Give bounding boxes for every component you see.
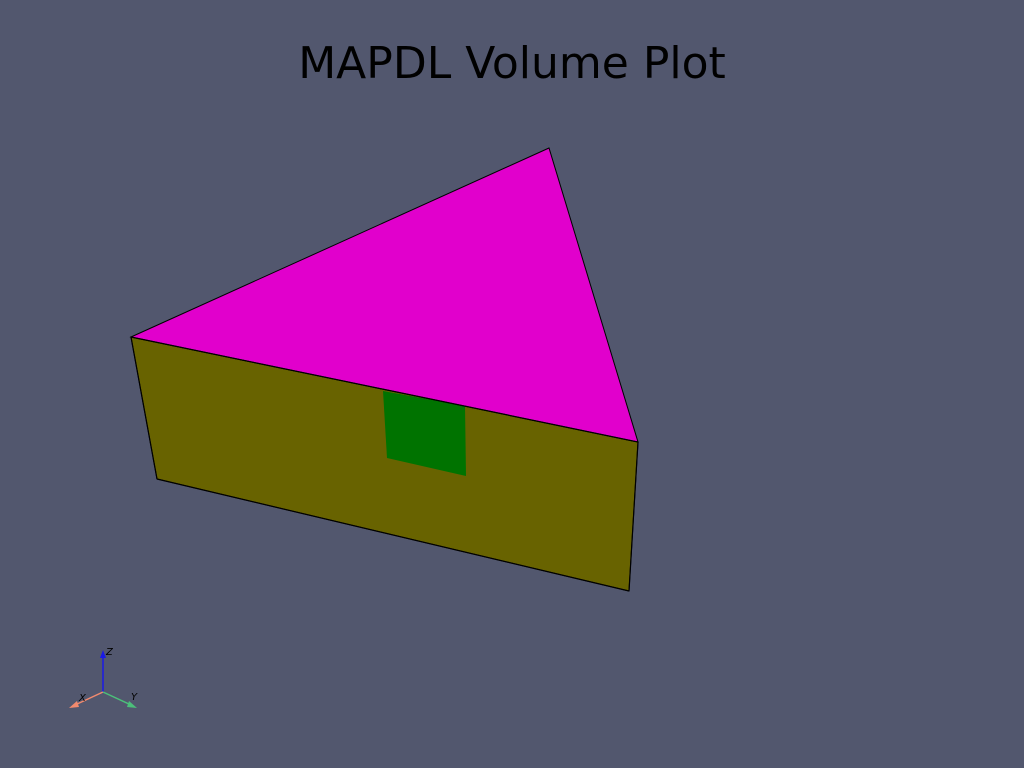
z-axis-label: Z xyxy=(105,647,114,658)
render-viewport[interactable]: MAPDL Volume Plot Z X Y xyxy=(0,0,1024,768)
orientation-axes-widget: Z X Y xyxy=(69,647,138,708)
y-axis-label: Y xyxy=(131,692,138,703)
x-axis-arrow-icon xyxy=(69,701,79,708)
volume-scene[interactable] xyxy=(0,0,1024,768)
x-axis-label: X xyxy=(78,693,87,704)
y-axis-line xyxy=(102,691,132,706)
